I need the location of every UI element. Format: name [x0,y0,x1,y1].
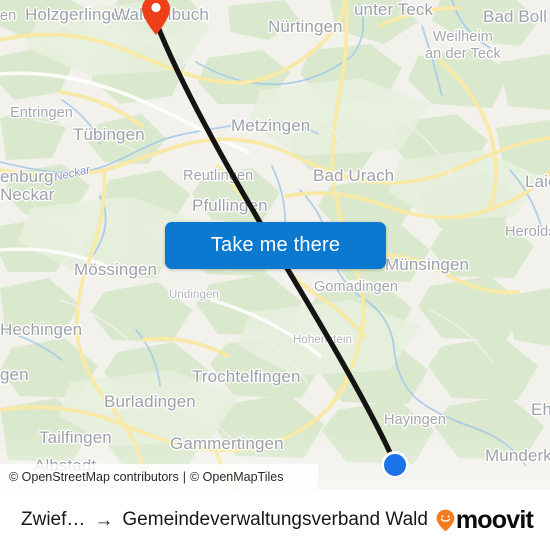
arrow-right-icon: → [94,509,114,531]
origin-map-pin-icon[interactable] [141,0,171,36]
attribution-osm-link[interactable]: © OpenStreetMap contributors [9,470,179,484]
origin-label: Zwief… [21,509,86,530]
moovit-pin-icon [436,509,455,532]
moovit-wordmark: moovit [455,505,534,534]
destination-location-dot-icon[interactable] [381,451,409,479]
moovit-map-share-card: HolzgerlingenWaldenbuchNürtingenunter Te… [0,0,550,550]
moovit-logo[interactable]: moovit [436,505,534,534]
attribution-openmaptiles-link[interactable]: © OpenMapTiles [190,470,284,484]
map-canvas[interactable]: HolzgerlingenWaldenbuchNürtingenunter Te… [0,0,550,490]
map-attribution: © OpenStreetMap contributors | © OpenMap… [0,464,318,490]
footer-bar: Zwief… → Gemeindeverwaltungsverband Wald… [0,490,550,550]
take-me-there-button[interactable]: Take me there [165,222,386,269]
route-summary: Zwief… → Gemeindeverwaltungsverband Wald… [21,509,428,531]
attribution-separator: | [182,470,186,484]
destination-label: Gemeindeverwaltungsverband Waldenbu… [122,509,428,530]
